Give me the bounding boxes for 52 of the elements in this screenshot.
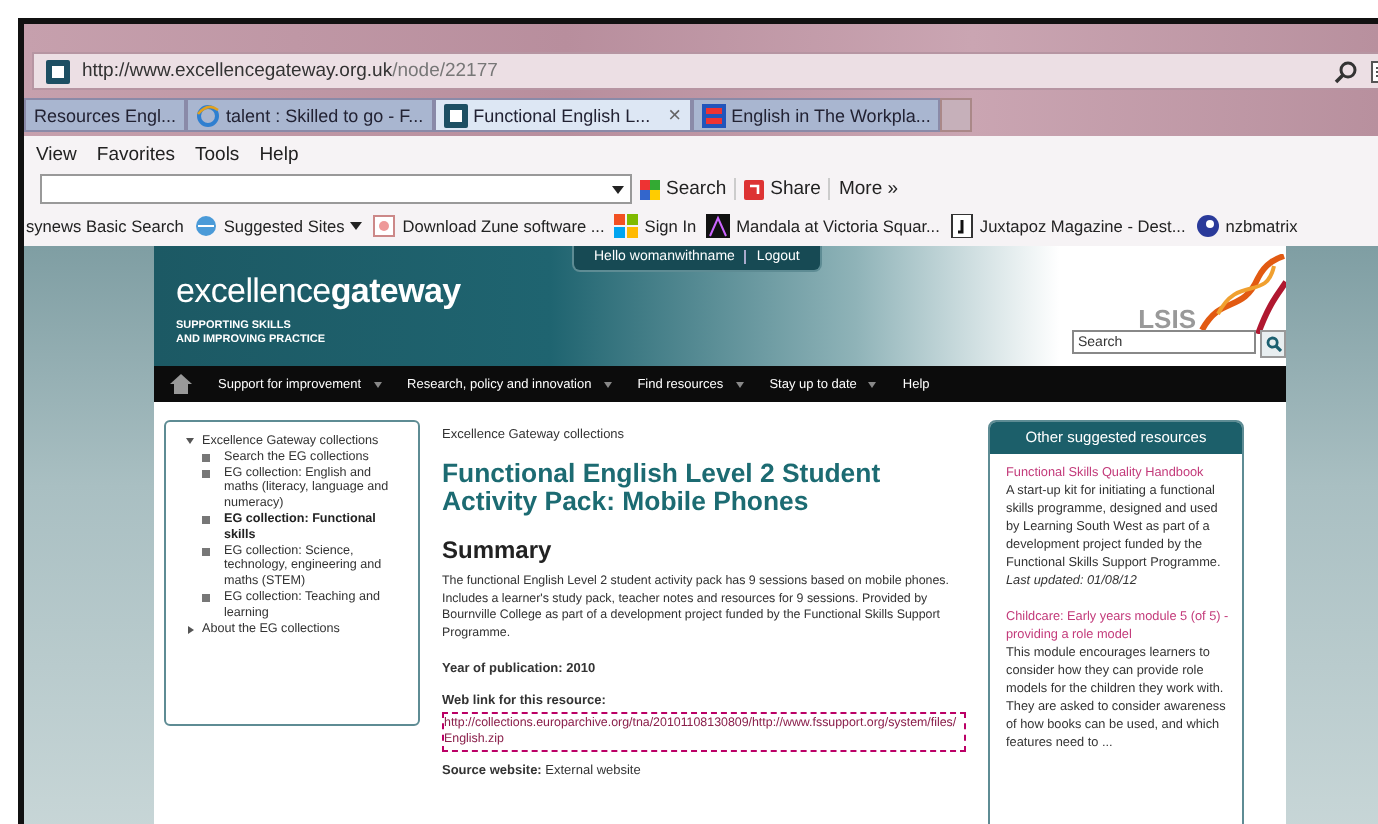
- menu-item[interactable]: Tools: [195, 144, 240, 166]
- site-icon: [701, 103, 726, 127]
- favorite-link[interactable]: Juxtapoz Magazine - Dest...: [949, 214, 1186, 238]
- search-icon: [1265, 336, 1281, 352]
- home-icon: [170, 374, 192, 394]
- favorite-link[interactable]: Download Zune software ...: [372, 214, 605, 238]
- browser-tab[interactable]: Resources Engl...: [24, 98, 187, 132]
- site-icon: [46, 59, 70, 83]
- color-squares-icon: [640, 179, 660, 199]
- favorite-link[interactable]: synews Basic Search: [26, 216, 184, 236]
- section-heading: Summary: [442, 536, 554, 564]
- share-button[interactable]: Share: [734, 178, 829, 200]
- search-button[interactable]: [1260, 330, 1286, 358]
- bullet-icon: [202, 469, 210, 478]
- caret-icon: [868, 381, 877, 387]
- menu-item[interactable]: View: [36, 144, 77, 166]
- share-icon: [744, 179, 765, 199]
- favorite-icon: [706, 214, 731, 238]
- search-icon: [1334, 59, 1358, 83]
- caret-icon: [735, 381, 744, 387]
- search-button[interactable]: Search: [632, 178, 735, 200]
- browser-tab[interactable]: English in The Workpla...: [691, 98, 941, 132]
- bullet-icon: [202, 453, 210, 462]
- bullet-icon: [202, 515, 210, 524]
- more-button[interactable]: More »: [828, 178, 907, 200]
- page-title: Functional English Level 2 Student Activity Pack: Mobile Phones: [442, 460, 883, 516]
- site-icon: [443, 103, 468, 127]
- ribbon-drawing: [1198, 254, 1286, 334]
- favorite-link[interactable]: Mandala at Victoria Squar...: [706, 214, 940, 238]
- dropdown-arrow-icon[interactable]: [612, 185, 624, 193]
- url-text: http://www.excellencegateway.org.uk/node/22177: [82, 60, 500, 82]
- caret-icon: [350, 222, 363, 230]
- caret-icon: [603, 381, 612, 387]
- partner-logo: LSIS: [1138, 304, 1196, 334]
- favorite-link[interactable]: Sign In: [614, 214, 697, 238]
- favorite-link[interactable]: Suggested Sites: [193, 214, 363, 238]
- bullet-icon: [202, 547, 210, 556]
- expanded-arrow-icon[interactable]: [186, 438, 194, 444]
- browser-tab[interactable]: talent : Skilled to go - F...: [186, 98, 434, 132]
- menu-item[interactable]: Help: [259, 144, 299, 166]
- site-logo[interactable]: excellencegateway: [176, 274, 776, 310]
- menu-item[interactable]: Favorites: [96, 144, 175, 166]
- collapsed-arrow-icon[interactable]: [188, 625, 194, 634]
- address-bar[interactable]: http://www.excellencegateway.org.uk/node/22177: [32, 52, 1378, 90]
- toolbar-search-field[interactable]: [40, 174, 632, 204]
- browser-tab[interactable]: Functional English L... ×: [433, 98, 692, 132]
- close-button[interactable]: ×: [668, 103, 682, 127]
- bullet-icon: [202, 593, 210, 602]
- favorite-icon: [614, 214, 639, 238]
- caret-icon: [373, 381, 382, 387]
- favorite-link[interactable]: nzbmatrix: [1195, 214, 1298, 238]
- ie-icon: [196, 103, 221, 127]
